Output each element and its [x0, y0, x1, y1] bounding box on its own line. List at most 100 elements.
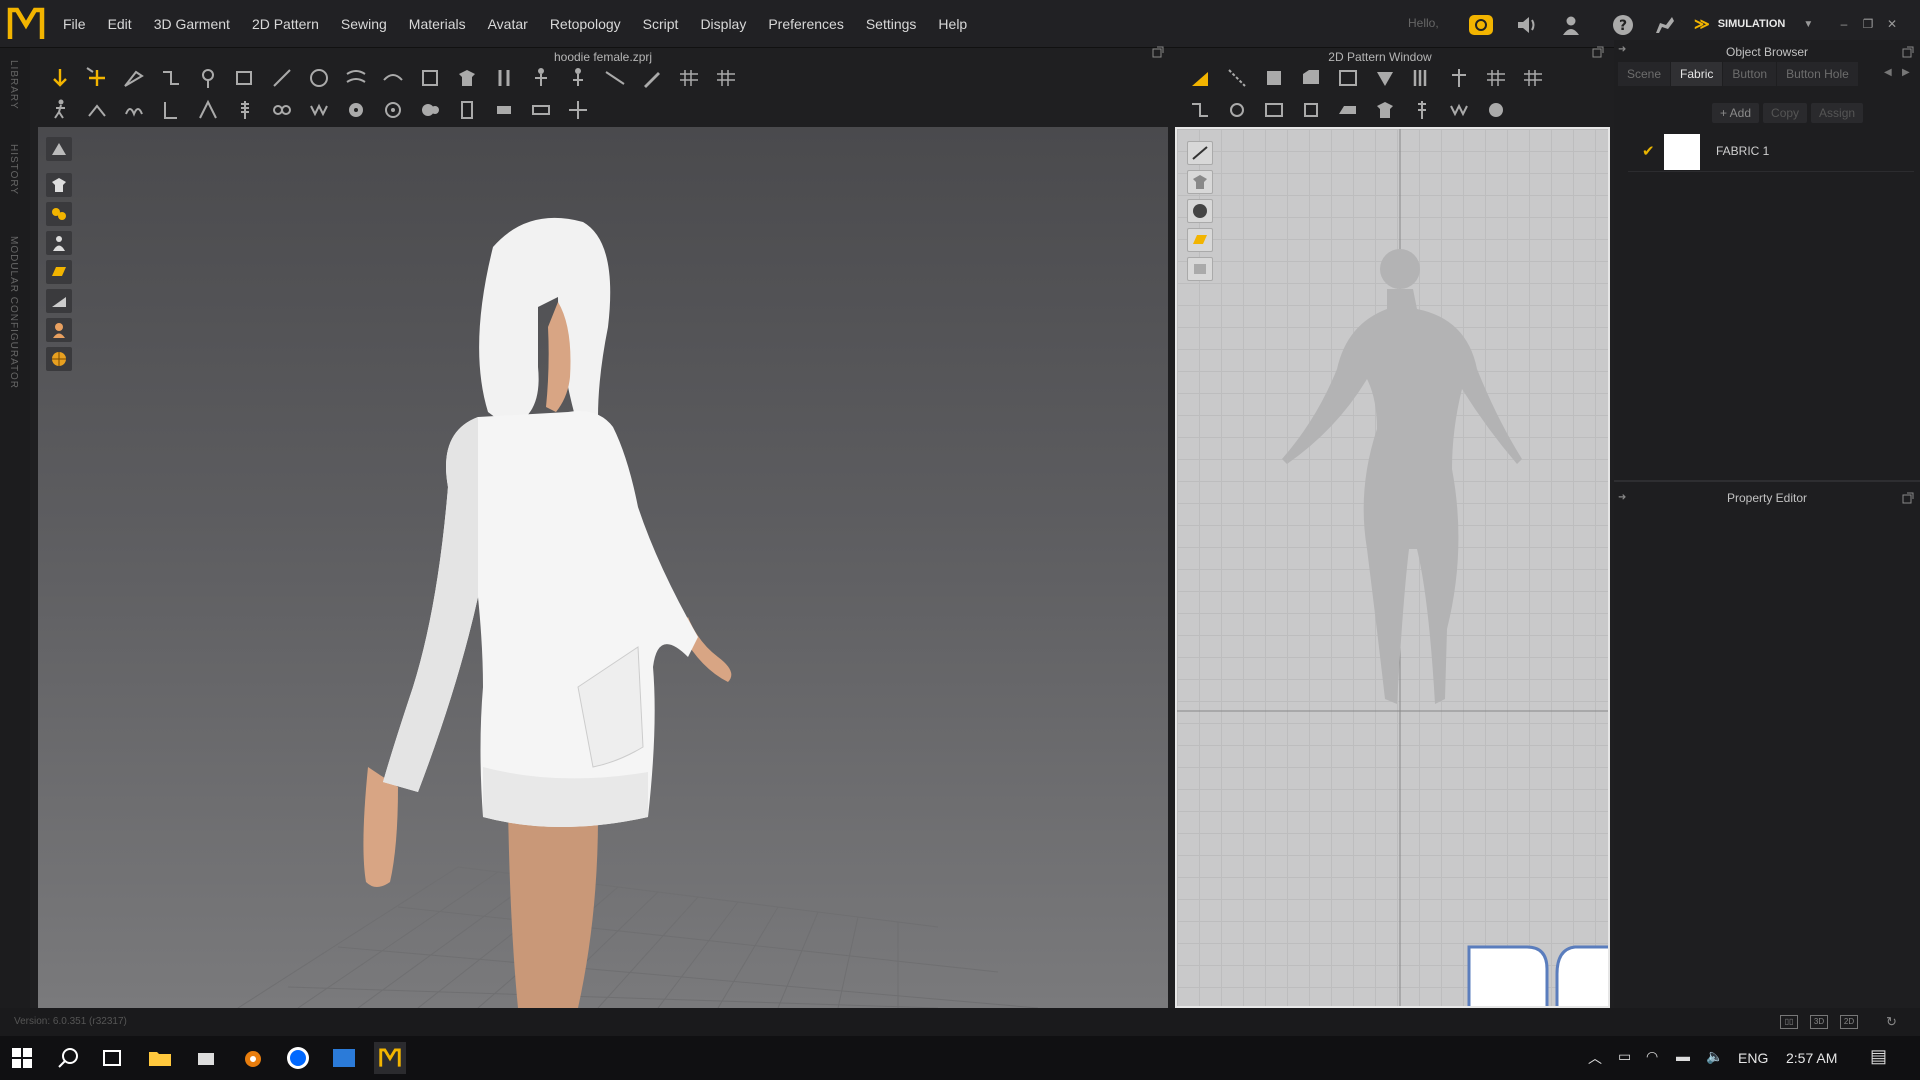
rectangle-icon[interactable] [1336, 66, 1360, 90]
box-icon[interactable] [418, 66, 442, 90]
speaker-icon[interactable] [1512, 10, 1542, 40]
measure-icon[interactable] [603, 66, 627, 90]
texture-display-icon[interactable] [46, 202, 72, 226]
menu-materials[interactable]: Materials [398, 0, 477, 48]
copy-button[interactable]: Copy [1763, 103, 1808, 123]
tab-button-hole[interactable]: Button Hole [1777, 62, 1858, 86]
2d-zipper-icon[interactable] [1410, 98, 1434, 122]
internal-shape-icon[interactable] [1373, 66, 1397, 90]
tack-icon[interactable] [307, 66, 331, 90]
menu-3d-garment[interactable]: 3D Garment [143, 0, 241, 48]
avatar-pose-icon[interactable] [529, 66, 553, 90]
refresh-icon[interactable]: ↻ [1886, 1014, 1897, 1030]
menu-2d-pattern[interactable]: 2D Pattern [241, 0, 330, 48]
marvelous-designer-taskbar-icon[interactable] [374, 1042, 406, 1074]
transform-pattern-icon[interactable] [85, 66, 109, 90]
select-mesh-icon[interactable] [122, 66, 146, 90]
puckering-icon[interactable] [122, 98, 146, 122]
menu-display[interactable]: Display [689, 0, 757, 48]
undock-property-icon[interactable] [1902, 492, 1914, 504]
menu-file[interactable]: File [52, 0, 97, 48]
assign-button[interactable]: Assign [1811, 103, 1864, 123]
tab-button[interactable]: Button [1723, 62, 1777, 86]
restore-icon[interactable]: ❐ [1858, 14, 1878, 34]
search-icon[interactable] [52, 1042, 84, 1074]
polygon-icon[interactable] [1299, 66, 1323, 90]
pin-icon[interactable] [196, 66, 220, 90]
pencil-icon[interactable] [640, 66, 664, 90]
texture-icon[interactable] [529, 98, 553, 122]
2d-grid-alt-icon[interactable] [1521, 66, 1545, 90]
cloud-icon[interactable] [1466, 10, 1496, 40]
add-button[interactable]: + Add [1712, 103, 1760, 123]
undock-2d-icon[interactable] [1592, 46, 1604, 58]
2d-grid-icon[interactable] [1484, 66, 1508, 90]
pattern-display-icon[interactable] [46, 289, 72, 313]
3d-viewport[interactable] [38, 127, 1168, 1008]
edit-point-icon[interactable] [1225, 66, 1249, 90]
2d-button-icon[interactable] [1484, 98, 1508, 122]
dart-icon[interactable] [1410, 66, 1434, 90]
2d-avatar-display-icon[interactable] [1187, 257, 1213, 281]
2d-check-sewing-icon[interactable] [1299, 98, 1323, 122]
avatar-walk-icon[interactable] [48, 98, 72, 122]
simulation-mode-dropdown[interactable]: ≫ SIMULATION ▼ [1694, 12, 1813, 36]
show-garment-icon[interactable] [46, 173, 72, 197]
edit-curvature-icon[interactable] [1262, 66, 1286, 90]
trace-icon[interactable] [1447, 66, 1471, 90]
2d-show-pattern-icon[interactable] [1187, 170, 1213, 194]
transform-graphic-icon[interactable] [566, 98, 590, 122]
2d-info-icon[interactable] [1187, 199, 1213, 223]
close-icon[interactable]: ✕ [1882, 14, 1902, 34]
2d-elastic-icon[interactable] [1447, 98, 1471, 122]
menu-preferences[interactable]: Preferences [757, 0, 854, 48]
zalo-icon[interactable] [282, 1042, 314, 1074]
app-logo-icon[interactable] [7, 5, 45, 43]
menu-avatar[interactable]: Avatar [477, 0, 539, 48]
edit-sewing-icon[interactable] [270, 66, 294, 90]
history-tab[interactable]: HISTORY [8, 144, 19, 195]
menu-script[interactable]: Script [632, 0, 690, 48]
button-icon[interactable] [344, 98, 368, 122]
buttonhole-icon[interactable] [381, 98, 405, 122]
tab-scene[interactable]: Scene [1618, 62, 1671, 86]
task-view-icon[interactable] [96, 1042, 128, 1074]
zipper-icon[interactable] [233, 98, 257, 122]
user-icon[interactable] [1556, 10, 1586, 40]
clock[interactable]: 2:57 AM [1786, 1050, 1837, 1066]
file-explorer-icon[interactable] [144, 1042, 176, 1074]
free-sewing-icon[interactable] [381, 66, 405, 90]
grid-alt-icon[interactable] [714, 66, 738, 90]
minimize-icon[interactable]: – [1834, 14, 1854, 34]
fabric-display-icon[interactable] [46, 260, 72, 284]
2d-sew-icon[interactable] [1262, 98, 1286, 122]
display-settings-icon[interactable] [46, 137, 72, 161]
fold-icon[interactable] [159, 98, 183, 122]
2d-fold-icon[interactable] [1188, 98, 1212, 122]
tab-scroll-left-icon[interactable]: ◀ [1884, 67, 1892, 78]
tray-chevron-up-icon[interactable]: ︿ [1588, 1048, 1602, 1068]
select-move-icon[interactable] [48, 66, 72, 90]
gather-icon[interactable] [418, 98, 442, 122]
tray-device-icon[interactable]: ▭ [1618, 1048, 1631, 1065]
undock-browser-icon[interactable] [1902, 46, 1914, 58]
taskbar-app-icon[interactable] [190, 1042, 222, 1074]
layout-2d-icon[interactable]: 2D [1840, 1015, 1858, 1029]
grid-icon[interactable] [677, 66, 701, 90]
modular-configurator-tab[interactable]: MODULAR CONFIGURATOR [8, 236, 19, 389]
garment-fit-icon[interactable] [492, 66, 516, 90]
elastic-icon[interactable] [307, 98, 331, 122]
2d-seam-icon[interactable] [1225, 98, 1249, 122]
battery-icon[interactable]: ▬ [1676, 1048, 1690, 1064]
panel-divider[interactable] [1614, 480, 1920, 482]
library-tab[interactable]: LIBRARY [8, 60, 19, 110]
topstitch-icon[interactable] [455, 98, 479, 122]
windows-start-icon[interactable] [6, 1042, 38, 1074]
photos-icon[interactable] [328, 1042, 360, 1074]
strengthen-icon[interactable] [196, 98, 220, 122]
undock-3d-icon[interactable] [1152, 46, 1164, 58]
2d-pattern-canvas[interactable] [1175, 127, 1610, 1008]
plugin-icon[interactable] [1650, 10, 1680, 40]
trim-icon[interactable] [85, 98, 109, 122]
menu-retopology[interactable]: Retopology [539, 0, 632, 48]
